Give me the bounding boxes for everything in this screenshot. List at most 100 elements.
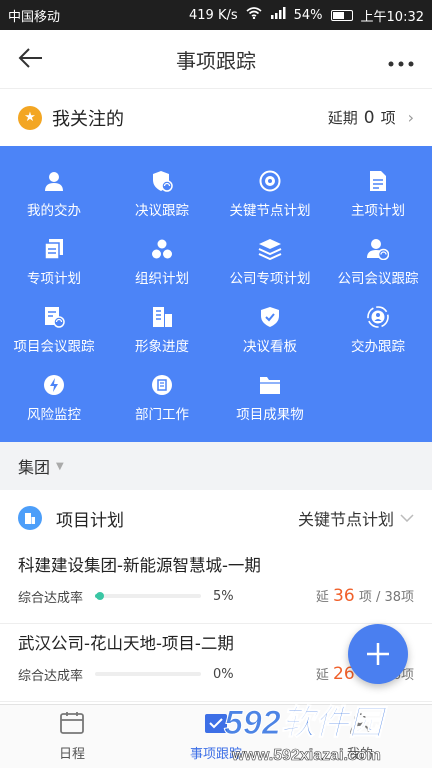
delay-count: 36 — [333, 586, 355, 606]
tab-label: 日程 — [58, 747, 85, 762]
followed-row[interactable]: ★ 我关注的 延期 0 项 › — [0, 88, 432, 146]
building-icon — [18, 506, 42, 530]
document-icon — [366, 169, 390, 193]
delay-suffix: 项 / 38项 — [358, 590, 414, 605]
grid-item-project-deliverables[interactable]: 项目成果物 — [216, 364, 324, 432]
group-selector[interactable]: 集团 ▼ — [0, 442, 432, 490]
grid-item-label: 关键节点计划 — [229, 203, 311, 219]
grid-item-label: 项目会议跟踪 — [13, 339, 95, 355]
layers-icon — [258, 237, 282, 261]
person-sync-icon — [366, 237, 390, 261]
grid-item-label: 公司专项计划 — [229, 271, 311, 287]
tab-schedule[interactable]: 日程 — [0, 705, 144, 768]
progress-dot — [96, 592, 105, 600]
grid-item-label: 风险监控 — [27, 407, 81, 423]
grid-item-project-meeting-tracking[interactable]: 项目会议跟踪 — [0, 296, 108, 364]
person-circle-sync-icon — [366, 305, 390, 329]
shield-sync-icon — [150, 169, 174, 193]
delay-prefix: 延期 — [327, 109, 358, 127]
grid-item-label: 专项计划 — [27, 271, 81, 287]
grid-item-label: 决议看板 — [243, 339, 297, 355]
grid-item-risk-monitor[interactable]: 风险监控 — [0, 364, 108, 432]
checklist-icon — [203, 711, 229, 739]
clock: 上午10:32 — [360, 9, 424, 25]
progress-bar — [95, 592, 202, 600]
back-arrow-icon[interactable] — [18, 43, 58, 76]
wifi-icon — [246, 7, 262, 23]
lightning-icon — [42, 373, 66, 397]
rate-label: 综合达成率 — [18, 668, 84, 684]
network-speed: 419 K/s — [189, 7, 238, 23]
rate-label: 综合达成率 — [18, 590, 84, 606]
followed-label: 我关注的 — [52, 108, 124, 130]
folder-icon — [258, 373, 282, 397]
grid-item-assignment-tracking[interactable]: 交办跟踪 — [324, 296, 432, 364]
delay-summary: 延 36 项 / 38项 — [316, 586, 414, 606]
grid-item-special-plan[interactable]: 专项计划 — [0, 228, 108, 296]
group-label: 集团 — [18, 458, 51, 477]
calendar-icon — [59, 711, 85, 739]
delay-suffix: 项 — [380, 109, 396, 127]
function-grid: 我的交办 决议跟踪 关键节点计划 主项计划 专项计划 组织计划 公司专项计划 公… — [0, 146, 432, 442]
grid-item-label: 交办跟踪 — [351, 339, 405, 355]
grid-item-image-progress[interactable]: 形象进度 — [108, 296, 216, 364]
plan-type-value: 关键节点计划 — [297, 510, 394, 529]
bottom-tab-bar: 日程 事项跟踪 我的 — [0, 704, 432, 768]
status-bar: 中国移动 419 K/s 54% 上午10:32 — [0, 0, 432, 30]
battery-percent: 54% — [293, 7, 323, 23]
grid-item-company-special-plan[interactable]: 公司专项计划 — [216, 228, 324, 296]
star-icon: ★ — [18, 105, 42, 130]
target-icon — [258, 169, 282, 193]
person-icon — [348, 711, 372, 739]
plan-type-dropdown[interactable]: 关键节点计划 — [298, 506, 414, 530]
grid-item-label: 主项计划 — [351, 203, 405, 219]
chevron-down-icon — [400, 511, 414, 526]
delay-count: 0 — [363, 107, 375, 128]
project-name: 科建建设集团-新能源智慧城-一期 — [18, 556, 261, 575]
progress-bar — [95, 672, 202, 676]
grid-item-resolution-tracking[interactable]: 决议跟踪 — [108, 160, 216, 228]
card-header: 项目计划 关键节点计划 — [0, 490, 432, 546]
grid-item-label: 决议跟踪 — [135, 203, 189, 219]
tab-tracking[interactable]: 事项跟踪 — [144, 705, 288, 768]
rate-value: 0% — [213, 666, 234, 682]
delay-prefix: 延 — [315, 590, 329, 605]
card-title: 项目计划 — [56, 510, 124, 531]
signal-icon — [270, 7, 286, 23]
person-icon — [42, 169, 66, 193]
project-plan-card: 项目计划 关键节点计划 科建建设集团-新能源智慧城-一期 综合达成率 5% 延 … — [0, 490, 432, 720]
grid-item-label: 形象进度 — [135, 339, 189, 355]
caret-down-icon: ▼ — [56, 460, 64, 472]
grid-item-main-plan[interactable]: 主项计划 — [324, 160, 432, 228]
rate-value: 5% — [213, 588, 234, 604]
grid-item-label: 部门工作 — [135, 407, 189, 423]
tab-label: 我的 — [346, 747, 373, 762]
carrier-label: 中国移动 — [8, 9, 61, 25]
delay-prefix: 延 — [315, 668, 329, 683]
building-icon — [150, 305, 174, 329]
grid-item-label: 组织计划 — [135, 271, 189, 287]
tab-me[interactable]: 我的 — [288, 705, 432, 768]
tab-label: 事项跟踪 — [189, 747, 242, 762]
shield-check-icon — [258, 305, 282, 329]
grid-item-company-meeting-tracking[interactable]: 公司会议跟踪 — [324, 228, 432, 296]
battery-icon — [330, 9, 353, 21]
grid-item-label: 我的交办 — [27, 203, 81, 219]
project-item[interactable]: 科建建设集团-新能源智慧城-一期 综合达成率 5% 延 36 项 / 38项 — [0, 546, 432, 624]
doc-sync-icon — [42, 305, 66, 329]
nav-bar: 事项跟踪 — [0, 30, 432, 88]
page-title: 事项跟踪 — [176, 48, 256, 73]
more-icon[interactable] — [374, 45, 414, 73]
org-circles-icon — [150, 237, 174, 261]
grid-item-key-node-plan[interactable]: 关键节点计划 — [216, 160, 324, 228]
grid-item-label: 项目成果物 — [236, 407, 304, 423]
chevron-right-icon: › — [407, 108, 414, 127]
list-circle-icon — [150, 373, 174, 397]
grid-item-my-assignments[interactable]: 我的交办 — [0, 160, 108, 228]
grid-item-org-plan[interactable]: 组织计划 — [108, 228, 216, 296]
grid-item-label: 公司会议跟踪 — [337, 271, 419, 287]
pages-icon — [42, 237, 66, 261]
grid-item-resolution-board[interactable]: 决议看板 — [216, 296, 324, 364]
grid-item-dept-work[interactable]: 部门工作 — [108, 364, 216, 432]
add-button[interactable] — [348, 624, 408, 684]
